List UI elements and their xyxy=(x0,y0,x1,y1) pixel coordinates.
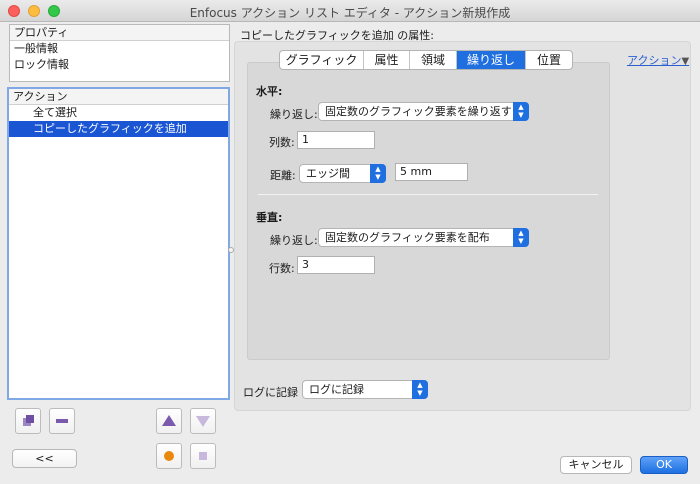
columns-input[interactable]: 1 xyxy=(297,131,375,149)
duplicate-action-button[interactable] xyxy=(15,408,41,434)
properties-item-lock[interactable]: ロック情報 xyxy=(10,57,229,73)
tab-position[interactable]: 位置 xyxy=(526,51,572,69)
tab-graphic[interactable]: グラフィック xyxy=(280,51,364,69)
action-item-select-all[interactable]: 全て選択 xyxy=(9,105,228,121)
columns-label: 列数: xyxy=(269,136,295,149)
properties-header: プロパティ xyxy=(10,25,229,41)
log-select[interactable]: ログに記録 ▲ ▼ xyxy=(302,380,428,399)
log-value: ログに記録 xyxy=(309,383,364,396)
action-menu-link[interactable]: アクション▼ xyxy=(627,52,689,68)
actions-panel: アクション 全て選択 コピーしたグラフィックを追加 xyxy=(7,87,230,400)
actions-header: アクション xyxy=(9,89,228,105)
stop-icon xyxy=(199,452,207,460)
log-label: ログに記録 xyxy=(243,386,298,399)
horizontal-repeat-select[interactable]: 固定数のグラフィック要素を繰り返す ▲ ▼ xyxy=(318,102,529,121)
horizontal-repeat-value: 固定数のグラフィック要素を繰り返す xyxy=(325,105,512,118)
vertical-repeat-value: 固定数のグラフィック要素を配布 xyxy=(325,231,490,244)
record-button[interactable] xyxy=(156,443,182,469)
rows-input[interactable]: 3 xyxy=(297,256,375,274)
ok-button[interactable]: OK xyxy=(640,456,688,474)
section-divider xyxy=(258,194,598,195)
distance-input[interactable]: 5 mm xyxy=(395,163,468,181)
action-menu-label: アクション xyxy=(627,54,682,67)
updown-chevron-icon: ▲ ▼ xyxy=(412,380,428,399)
rows-label: 行数: xyxy=(269,262,295,275)
title-bar: Enfocus アクション リスト エディタ - アクション新規作成 xyxy=(0,0,700,22)
remove-action-button[interactable] xyxy=(49,408,75,434)
move-up-icon xyxy=(162,415,176,426)
updown-chevron-icon: ▲ ▼ xyxy=(513,102,529,121)
tab-attributes[interactable]: 属性 xyxy=(364,51,410,69)
horizontal-repeat-label: 繰り返し: xyxy=(270,108,318,121)
record-icon xyxy=(164,451,174,461)
collapse-button[interactable]: << xyxy=(12,449,77,468)
cancel-button[interactable]: キャンセル xyxy=(560,456,632,474)
horizontal-heading: 水平: xyxy=(256,85,283,98)
move-down-icon xyxy=(196,416,210,427)
remove-icon xyxy=(56,419,68,423)
vertical-repeat-label: 繰り返し: xyxy=(270,234,318,247)
distance-label: 距離: xyxy=(270,169,296,182)
move-down-button[interactable] xyxy=(190,408,216,434)
distance-mode-select[interactable]: エッジ間 ▲ ▼ xyxy=(299,164,386,183)
duplicate-icon xyxy=(23,415,34,426)
properties-item-general[interactable]: 一般情報 xyxy=(10,41,229,57)
vertical-repeat-select[interactable]: 固定数のグラフィック要素を配布 ▲ ▼ xyxy=(318,228,529,247)
triangle-down-icon: ▼ xyxy=(681,56,690,67)
window-title: Enfocus アクション リスト エディタ - アクション新規作成 xyxy=(189,6,511,20)
distance-mode-value: エッジ間 xyxy=(306,167,350,180)
updown-chevron-icon: ▲ ▼ xyxy=(370,164,386,183)
tab-repeat[interactable]: 繰り返し xyxy=(457,51,526,69)
attribute-tabs: グラフィック 属性 領域 繰り返し 位置 xyxy=(279,50,573,70)
updown-chevron-icon: ▲ ▼ xyxy=(513,228,529,247)
properties-panel: プロパティ 一般情報 ロック情報 xyxy=(9,24,230,82)
actions-header-label: アクション xyxy=(13,90,68,103)
vertical-heading: 垂直: xyxy=(256,211,283,224)
tab-area[interactable]: 領域 xyxy=(410,51,457,69)
move-up-button[interactable] xyxy=(156,408,182,434)
stop-button[interactable] xyxy=(190,443,216,469)
action-item-add-copied-graphic[interactable]: コピーしたグラフィックを追加 xyxy=(9,121,228,137)
